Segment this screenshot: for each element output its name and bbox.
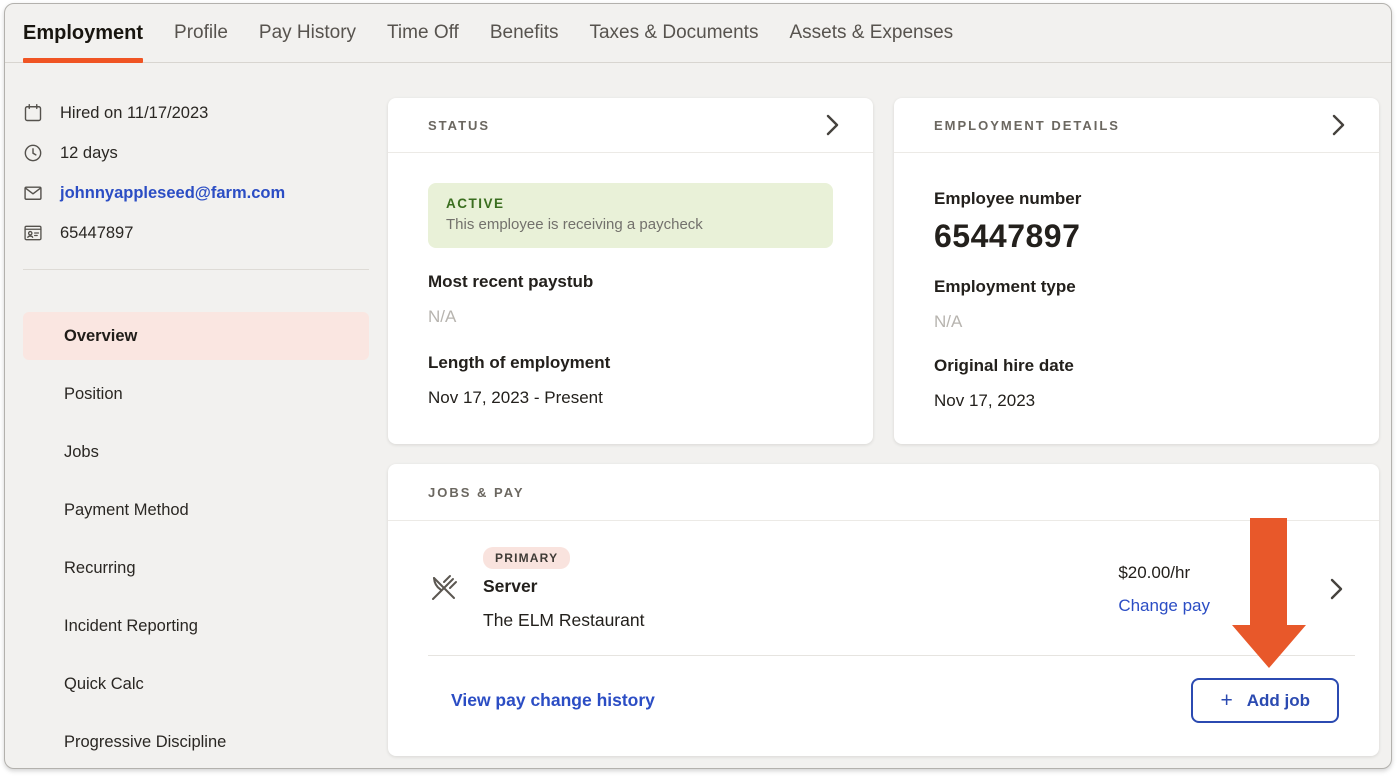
view-pay-change-history-link[interactable]: View pay change history: [451, 690, 655, 711]
envelope-icon: [23, 183, 43, 203]
employee-id-row: 65447897: [23, 221, 369, 245]
id-card-icon: [23, 223, 43, 243]
status-description: This employee is receiving a paycheck: [446, 216, 815, 233]
paystub-value: N/A: [428, 307, 833, 327]
employment-length-value: Nov 17, 2023 - Present: [428, 388, 833, 408]
job-chevron-right-icon[interactable]: [1330, 578, 1343, 600]
sidebar-menu: Overview Position Jobs Payment Method Re…: [23, 312, 369, 766]
primary-badge: PRIMARY: [483, 547, 570, 569]
details-chevron-right-icon[interactable]: [1332, 114, 1345, 136]
top-tab-bar: Employment Profile Pay History Time Off …: [5, 4, 1391, 63]
job-info: PRIMARY Server The ELM Restaurant: [483, 547, 644, 631]
status-card-title: STATUS: [428, 118, 490, 133]
original-hire-date-label: Original hire date: [934, 356, 1339, 376]
employee-id-text: 65447897: [60, 224, 133, 243]
job-location: The ELM Restaurant: [483, 610, 644, 631]
job-row-server[interactable]: PRIMARY Server The ELM Restaurant $20.00…: [388, 521, 1379, 631]
details-card-title: EMPLOYMENT DETAILS: [934, 118, 1120, 133]
utensils-icon: [428, 573, 458, 603]
employment-length-label: Length of employment: [428, 353, 833, 373]
tab-pay-history[interactable]: Pay History: [259, 4, 356, 62]
paystub-label: Most recent paystub: [428, 272, 833, 292]
original-hire-date-value: Nov 17, 2023: [934, 391, 1339, 411]
tab-assets-expenses[interactable]: Assets & Expenses: [789, 4, 953, 62]
pay-rate: $20.00/hr: [1118, 563, 1210, 583]
tenure-text: 12 days: [60, 144, 118, 163]
active-status-banner: ACTIVE This employee is receiving a payc…: [428, 183, 833, 248]
annotation-arrow-icon: [1232, 518, 1306, 668]
employee-email-link[interactable]: johnnyappleseed@farm.com: [60, 184, 285, 203]
clock-icon: [23, 143, 43, 163]
employee-profile-window: Employment Profile Pay History Time Off …: [4, 3, 1392, 769]
sidebar-item-payment-method[interactable]: Payment Method: [23, 486, 369, 534]
main-content: STATUS ACTIVE This employee is receiving…: [388, 98, 1379, 756]
tab-employment[interactable]: Employment: [23, 4, 143, 62]
change-pay-link[interactable]: Change pay: [1118, 596, 1210, 616]
employment-type-value: N/A: [934, 312, 1339, 332]
sidebar-item-overview[interactable]: Overview: [23, 312, 369, 360]
sidebar-item-recurring[interactable]: Recurring: [23, 544, 369, 592]
tab-taxes-documents[interactable]: Taxes & Documents: [589, 4, 758, 62]
email-row: johnnyappleseed@farm.com: [23, 181, 369, 205]
employment-details-card: EMPLOYMENT DETAILS Employee number 65447…: [894, 98, 1379, 444]
status-chevron-right-icon[interactable]: [826, 114, 839, 136]
sidebar-item-incident-reporting[interactable]: Incident Reporting: [23, 602, 369, 650]
hired-date-text: Hired on 11/17/2023: [60, 104, 208, 123]
add-job-button-label: Add job: [1247, 691, 1310, 711]
hired-date-row: Hired on 11/17/2023: [23, 101, 369, 125]
employee-sidebar: Hired on 11/17/2023 12 days johnnyapples…: [23, 101, 369, 769]
tab-benefits[interactable]: Benefits: [490, 4, 559, 62]
tab-profile[interactable]: Profile: [174, 4, 228, 62]
status-card: STATUS ACTIVE This employee is receiving…: [388, 98, 873, 444]
employee-number-value: 65447897: [934, 218, 1339, 255]
jobs-pay-card: JOBS & PAY PRIMARY Server The ELM Restau…: [388, 464, 1379, 756]
employee-number-label: Employee number: [934, 189, 1339, 209]
add-job-button[interactable]: + Add job: [1191, 678, 1339, 723]
sidebar-divider: [23, 269, 369, 270]
calendar-icon: [23, 103, 43, 123]
sidebar-item-jobs[interactable]: Jobs: [23, 428, 369, 476]
job-title: Server: [483, 576, 644, 597]
tab-time-off[interactable]: Time Off: [387, 4, 459, 62]
employment-type-label: Employment type: [934, 277, 1339, 297]
sidebar-item-position[interactable]: Position: [23, 370, 369, 418]
tenure-row: 12 days: [23, 141, 369, 165]
pay-block: $20.00/hr Change pay: [1118, 563, 1210, 616]
plus-icon: +: [1220, 690, 1232, 711]
jobs-card-title: JOBS & PAY: [428, 485, 525, 500]
status-badge: ACTIVE: [446, 196, 815, 211]
sidebar-item-quick-calc[interactable]: Quick Calc: [23, 660, 369, 708]
sidebar-item-progressive-discipline[interactable]: Progressive Discipline: [23, 718, 369, 766]
